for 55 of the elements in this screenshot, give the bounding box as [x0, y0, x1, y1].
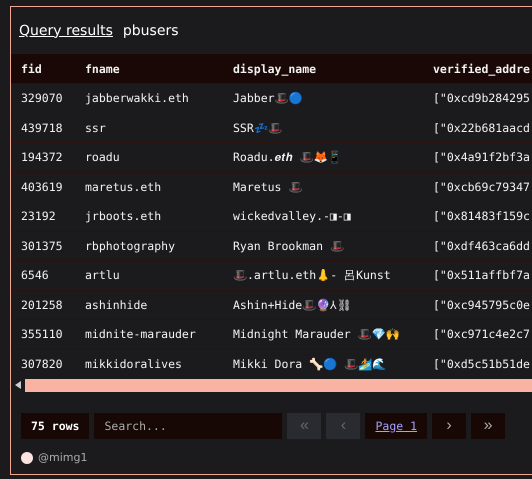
- column-header: fname: [85, 62, 121, 76]
- table-cell-text: mikkidoralives: [85, 356, 183, 371]
- table-cell-text: roadu: [85, 150, 121, 164]
- column-header: display_name: [233, 62, 318, 76]
- table-cell-text: rbphotography: [85, 238, 176, 253]
- table-cell-text: Midnight Marauder 🎩💎🙌: [233, 327, 401, 342]
- table-cell-text: ["0xcb69c79347: [433, 180, 531, 194]
- table-cell-text: Ashin+Hide🎩🔮⅄⛓: [233, 297, 354, 312]
- scrollbar-thumb[interactable]: [25, 378, 532, 392]
- table-cell-text: 307820: [21, 356, 64, 371]
- scroll-left-icon[interactable]: [15, 381, 21, 389]
- table-cell-text: ["0x81483f159c: [433, 209, 531, 224]
- table-cell-text: 355110: [21, 327, 64, 342]
- avatar: [21, 452, 33, 464]
- table-cell-text: ["0xcd9b284295: [433, 91, 531, 106]
- table-cell-text: 329070: [21, 91, 64, 106]
- next-page-button[interactable]: ›: [432, 413, 466, 439]
- table-cell-text: midnite-marauder: [85, 327, 197, 342]
- table-cell-text: 6546: [21, 268, 50, 282]
- table-cell-text: Maretus 🎩: [233, 180, 304, 194]
- table-cell-text: ["0xdf463ca6dd: [433, 238, 531, 253]
- search-field[interactable]: Search...: [94, 413, 282, 439]
- table-cell-text: ["0xc945795c0e: [433, 298, 531, 312]
- page-link[interactable]: Page 1: [365, 413, 428, 439]
- table-cell-text: ["0x4a91f2bf3a: [433, 150, 531, 164]
- row-count: 75 rows: [21, 413, 90, 439]
- table-cell-text: ["0x22b681aacd: [433, 120, 531, 135]
- table-cell-text: 201258: [21, 298, 64, 312]
- table-cell-text: Mikki Dora 🦴🔵 🎩🏄🌊: [233, 356, 388, 371]
- table-cell-text: 194372: [21, 150, 64, 164]
- table-cell-text: Ryan Brookman 🎩: [233, 238, 345, 253]
- table-cell-text: ssr: [85, 120, 107, 135]
- last-page-button[interactable]: »: [471, 413, 506, 439]
- table-cell-text: Roadu.𝒆𝒕𝒉 🎩🦊📱: [233, 150, 342, 164]
- table-cell-text: 439718: [21, 120, 64, 135]
- table-name: pbusers: [122, 22, 179, 38]
- table-cell-text: jabberwakki.eth: [85, 91, 190, 106]
- table-cell-text: wickedvalley.-◨-◨: [233, 209, 352, 224]
- table-cell-text: 403619: [21, 180, 64, 194]
- table-cell-text: 23192: [21, 209, 57, 224]
- table-cell-text: 🎩.artlu.eth👃- 呂Kunst: [233, 268, 392, 283]
- table-cell-text: 301375: [21, 238, 64, 253]
- table-cell-text: ["0xc971c4e2c7: [433, 327, 531, 342]
- table-cell-text: jrboots.eth: [85, 209, 162, 224]
- table-cell-text: ["0xd5c51b51de: [433, 356, 531, 371]
- table-cell-text: artlu: [85, 268, 121, 282]
- query-results-link[interactable]: Query results: [19, 22, 113, 38]
- column-header: fid: [21, 62, 43, 76]
- table-cell-text: maretus.eth: [85, 180, 162, 194]
- table-cell-text: ashinhide: [85, 298, 148, 312]
- column-header: verified_addre: [433, 62, 531, 76]
- table-cell-text: SSR💤🎩: [233, 120, 283, 135]
- table-cell-text: Jabber🎩🔵: [233, 91, 304, 106]
- table-cell-text: ["0x511affbf7a: [433, 268, 531, 282]
- username: @mimg1: [38, 451, 88, 464]
